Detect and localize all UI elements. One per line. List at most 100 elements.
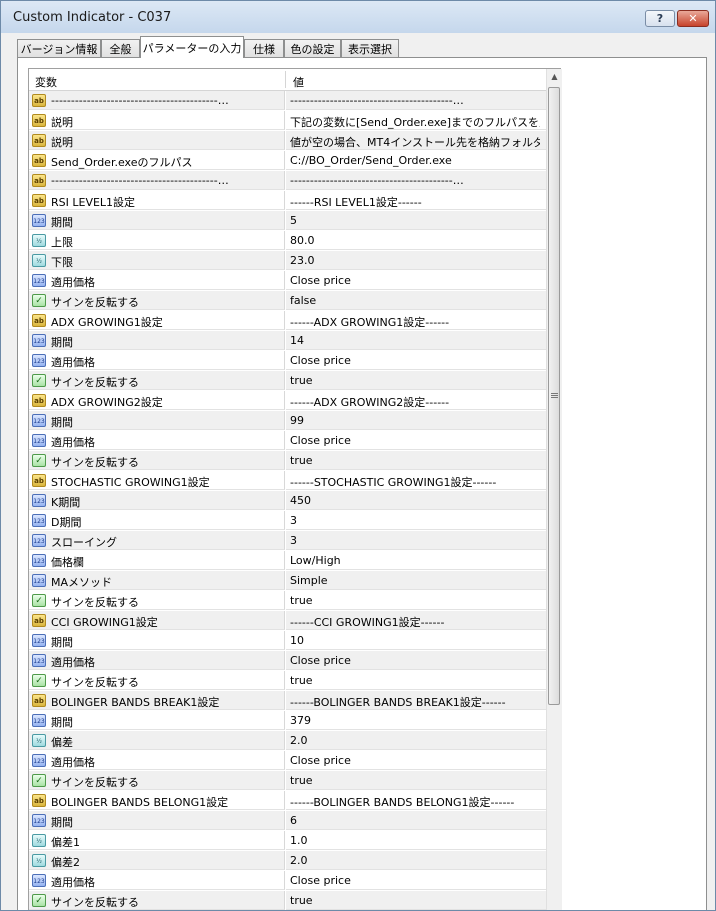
table-row[interactable]: ½ 下限 23.0 <box>29 251 546 271</box>
variable-cell[interactable]: ½ 偏差 <box>29 731 285 750</box>
variable-cell[interactable]: 123 MAメソッド <box>29 571 285 590</box>
value-cell[interactable]: 下記の変数に[Send_Order.exe]までのフルパスを入… <box>286 111 546 130</box>
value-cell[interactable]: 379 <box>286 711 546 730</box>
tab-specification[interactable]: 仕様 <box>244 39 284 57</box>
close-button[interactable]: ✕ <box>677 10 709 27</box>
value-cell[interactable]: ------ADX GROWING2設定------ <box>286 391 546 410</box>
table-row[interactable]: 123 適用価格 Close price <box>29 871 546 891</box>
variable-cell[interactable]: ½ 下限 <box>29 251 285 270</box>
table-row[interactable]: 123 適用価格 Close price <box>29 751 546 771</box>
variable-cell[interactable]: ab RSI LEVEL1設定 <box>29 191 285 210</box>
value-cell[interactable]: true <box>286 671 546 690</box>
variable-cell[interactable]: ½ 上限 <box>29 231 285 250</box>
table-row[interactable]: ✓ サインを反転する true <box>29 891 546 910</box>
value-cell[interactable]: ------STOCHASTIC GROWING1設定------ <box>286 471 546 490</box>
variable-cell[interactable]: ✓ サインを反転する <box>29 451 285 470</box>
variable-cell[interactable]: ✓ サインを反転する <box>29 591 285 610</box>
value-cell[interactable]: 2.0 <box>286 851 546 870</box>
header-variable[interactable]: 変数 <box>35 74 57 90</box>
value-cell[interactable]: false <box>286 291 546 310</box>
variable-cell[interactable]: 123 適用価格 <box>29 651 285 670</box>
variable-cell[interactable]: ab STOCHASTIC GROWING1設定 <box>29 471 285 490</box>
table-row[interactable]: ½ 偏差 2.0 <box>29 731 546 751</box>
value-cell[interactable]: ------ADX GROWING1設定------ <box>286 311 546 330</box>
variable-cell[interactable]: 123 適用価格 <box>29 271 285 290</box>
variable-cell[interactable]: ½ 偏差2 <box>29 851 285 870</box>
value-cell[interactable]: 10 <box>286 631 546 650</box>
table-row[interactable]: ab --------------------------------------… <box>29 171 546 191</box>
table-row[interactable]: 123 価格欄 Low/High <box>29 551 546 571</box>
table-row[interactable]: 123 K期間 450 <box>29 491 546 511</box>
value-cell[interactable]: true <box>286 891 546 910</box>
variable-cell[interactable]: 123 期間 <box>29 811 285 830</box>
value-cell[interactable]: 1.0 <box>286 831 546 850</box>
variable-cell[interactable]: 123 期間 <box>29 711 285 730</box>
variable-cell[interactable]: 123 適用価格 <box>29 751 285 770</box>
variable-cell[interactable]: 123 期間 <box>29 211 285 230</box>
table-row[interactable]: ab ADX GROWING2設定 ------ADX GROWING2設定----… <box>29 391 546 411</box>
variable-cell[interactable]: 123 K期間 <box>29 491 285 510</box>
table-row[interactable]: ✓ サインを反転する true <box>29 451 546 471</box>
variable-cell[interactable]: ab ADX GROWING2設定 <box>29 391 285 410</box>
table-row[interactable]: 123 期間 99 <box>29 411 546 431</box>
table-row[interactable]: 123 D期間 3 <box>29 511 546 531</box>
variable-cell[interactable]: ab BOLINGER BANDS BELONG1設定 <box>29 791 285 810</box>
value-cell[interactable]: 値が空の場合、MT4インストール先を格納フォルダと… <box>286 131 546 150</box>
header-value[interactable]: 値 <box>293 74 304 90</box>
tab-display[interactable]: 表示選択 <box>341 39 399 57</box>
variable-cell[interactable]: ab --------------------------------------… <box>29 91 285 110</box>
value-cell[interactable]: ----------------------------------------… <box>286 91 546 110</box>
variable-cell[interactable]: ab BOLINGER BANDS BREAK1設定 <box>29 691 285 710</box>
table-row[interactable]: 123 期間 6 <box>29 811 546 831</box>
value-cell[interactable]: true <box>286 771 546 790</box>
tab-parameters[interactable]: パラメーターの入力 <box>140 36 244 58</box>
table-row[interactable]: ✓ サインを反転する true <box>29 671 546 691</box>
table-row[interactable]: ab ADX GROWING1設定 ------ADX GROWING1設定----… <box>29 311 546 331</box>
value-cell[interactable]: Close price <box>286 351 546 370</box>
value-cell[interactable]: 99 <box>286 411 546 430</box>
variable-cell[interactable]: ✓ サインを反転する <box>29 771 285 790</box>
table-row[interactable]: ✓ サインを反転する true <box>29 371 546 391</box>
value-cell[interactable]: ------RSI LEVEL1設定------ <box>286 191 546 210</box>
vertical-scrollbar[interactable]: ▲ <box>546 69 562 910</box>
value-cell[interactable]: true <box>286 451 546 470</box>
variable-cell[interactable]: ab Send_Order.exeのフルパス <box>29 151 285 170</box>
value-cell[interactable]: true <box>286 591 546 610</box>
table-row[interactable]: ✓ サインを反転する true <box>29 591 546 611</box>
help-button[interactable]: ? <box>645 10 675 27</box>
value-cell[interactable]: 6 <box>286 811 546 830</box>
variable-cell[interactable]: ab ADX GROWING1設定 <box>29 311 285 330</box>
value-cell[interactable]: 23.0 <box>286 251 546 270</box>
table-row[interactable]: ab RSI LEVEL1設定 ------RSI LEVEL1設定------ <box>29 191 546 211</box>
table-row[interactable]: ab CCI GROWING1設定 ------CCI GROWING1設定----… <box>29 611 546 631</box>
value-cell[interactable]: ------BOLINGER BANDS BREAK1設定------ <box>286 691 546 710</box>
table-row[interactable]: ab BOLINGER BANDS BREAK1設定 ------BOLINGER … <box>29 691 546 711</box>
table-row[interactable]: 123 適用価格 Close price <box>29 271 546 291</box>
table-row[interactable]: ½ 偏差1 1.0 <box>29 831 546 851</box>
value-cell[interactable]: 5 <box>286 211 546 230</box>
value-cell[interactable]: 450 <box>286 491 546 510</box>
table-row[interactable]: 123 適用価格 Close price <box>29 351 546 371</box>
variable-cell[interactable]: ✓ サインを反転する <box>29 291 285 310</box>
variable-cell[interactable]: ✓ サインを反転する <box>29 371 285 390</box>
value-cell[interactable]: Close price <box>286 871 546 890</box>
value-cell[interactable]: C://BO_Order/Send_Order.exe <box>286 151 546 170</box>
variable-cell[interactable]: 123 適用価格 <box>29 431 285 450</box>
variable-cell[interactable]: 123 適用価格 <box>29 351 285 370</box>
value-cell[interactable]: Close price <box>286 651 546 670</box>
value-cell[interactable]: Simple <box>286 571 546 590</box>
variable-cell[interactable]: 123 価格欄 <box>29 551 285 570</box>
value-cell[interactable]: 3 <box>286 531 546 550</box>
header-divider[interactable] <box>285 71 286 88</box>
value-cell[interactable]: ----------------------------------------… <box>286 171 546 190</box>
tab-general[interactable]: 全般 <box>101 39 140 57</box>
table-row[interactable]: 123 期間 10 <box>29 631 546 651</box>
value-cell[interactable]: ------CCI GROWING1設定------ <box>286 611 546 630</box>
table-row[interactable]: ab STOCHASTIC GROWING1設定 ------STOCHASTIC … <box>29 471 546 491</box>
table-row[interactable]: ½ 偏差2 2.0 <box>29 851 546 871</box>
value-cell[interactable]: 2.0 <box>286 731 546 750</box>
table-row[interactable]: ✓ サインを反転する true <box>29 771 546 791</box>
value-cell[interactable]: 14 <box>286 331 546 350</box>
table-row[interactable]: ab 説明 値が空の場合、MT4インストール先を格納フォルダと… <box>29 131 546 151</box>
variable-cell[interactable]: ab CCI GROWING1設定 <box>29 611 285 630</box>
